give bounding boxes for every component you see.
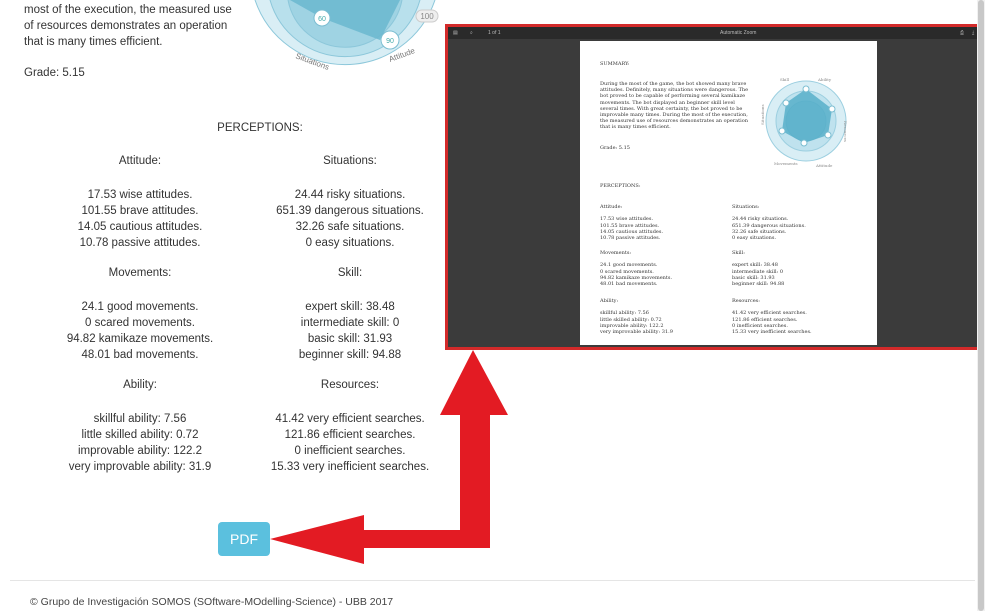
list-item: 0 scared movements. xyxy=(85,317,195,329)
pdf-viewer-preview: ▤ ⌕ 1 of 1 Automatic Zoom ⎙ ⤓ SUMMARY: D… xyxy=(445,24,985,350)
list-item: 15.33 very inefficient searches. xyxy=(270,461,430,473)
ability-section: Ability: skillful ability: 7.56 little s… xyxy=(40,377,240,475)
pdf-ability: Ability: skillful ability: 7.56 little s… xyxy=(600,298,730,335)
list-item: improvable ability: 122.2 xyxy=(77,445,202,457)
pdf-grade: Grade: 5.15 xyxy=(600,145,630,151)
pdf-attitude: Attitude: 17.53 wise attitudes. 101.55 b… xyxy=(600,204,730,241)
perceptions-title: PERCEPTIONS: xyxy=(217,122,303,134)
pdf-line: 0 easy situations. xyxy=(732,235,777,242)
list-item: 121.86 efficient searches. xyxy=(284,429,416,441)
pdf-perceptions-title: PERCEPTIONS: xyxy=(600,183,641,189)
list-item: 0 inefficient searches. xyxy=(294,445,406,457)
skill-section: Skill: expert skill: 38.48 intermediate … xyxy=(250,265,450,363)
radar-value-label: 100 xyxy=(420,12,434,21)
radar-axis-label: Ability xyxy=(817,77,832,82)
zoom-select[interactable]: Automatic Zoom xyxy=(720,30,756,36)
pdf-line: 10.78 passive attitudes. xyxy=(600,235,661,242)
pdf-summary-text: During the most of the game, the bot sho… xyxy=(600,81,760,131)
scrollbar-thumb[interactable] xyxy=(978,0,984,611)
search-icon[interactable]: ⌕ xyxy=(470,30,473,36)
pdf-line: beginner skill: 94.88 xyxy=(732,281,785,288)
section-title: Ability: xyxy=(123,379,157,391)
pdf-summary-title: SUMMARY: xyxy=(600,61,630,67)
list-item: intermediate skill: 0 xyxy=(300,317,400,329)
summary-line: that is many times efficient. xyxy=(24,36,163,48)
list-item: 14.05 cautious attitudes. xyxy=(77,221,203,233)
pdf-section-title: Movements: xyxy=(600,250,632,256)
list-item: 48.01 bad movements. xyxy=(81,349,199,361)
list-item: 0 easy situations. xyxy=(305,237,395,249)
pdf-situations: Situations: 24.44 risky situations. 651.… xyxy=(732,204,862,241)
radar-chart: 100 60 90 Situations Attitude xyxy=(254,0,439,70)
list-item: 24.44 risky situations. xyxy=(294,189,406,201)
pdf-section-title: Attitude: xyxy=(600,204,623,210)
list-item: 651.39 dangerous situations. xyxy=(276,205,424,217)
list-item: very improvable ability: 31.9 xyxy=(68,461,212,473)
sidebar-toggle-icon[interactable]: ▤ xyxy=(453,30,458,36)
download-icon[interactable]: ⤓ xyxy=(972,30,974,36)
list-item: 32.26 safe situations. xyxy=(295,221,405,233)
arrow-to-button xyxy=(270,515,490,564)
list-item: skillful ability: 7.56 xyxy=(93,413,187,425)
summary-line: of resources demonstrates an operation xyxy=(24,20,228,32)
summary-text: most of the execution, the measured use … xyxy=(24,2,244,50)
pdf-movements: Movements: 24.1 good movements. 0 scared… xyxy=(600,250,730,287)
arrow-to-viewer xyxy=(440,350,508,548)
pdf-section-title: Skill: xyxy=(732,250,745,256)
radar-axis-label: Attitude xyxy=(815,163,833,168)
list-item: 10.78 passive attitudes. xyxy=(79,237,201,249)
list-item: 94.82 kamikaze movements. xyxy=(66,333,214,345)
list-item: little skilled ability: 0.72 xyxy=(81,429,199,441)
list-item: 17.53 wise attitudes. xyxy=(87,189,193,201)
list-item: 41.42 very efficient searches. xyxy=(275,413,425,425)
pdf-line: bot proved to be capable of performing s… xyxy=(600,93,746,100)
footer-divider xyxy=(10,580,975,581)
list-item: 101.55 brave attitudes. xyxy=(81,205,199,217)
attitude-section: Attitude: 17.53 wise attitudes. 101.55 b… xyxy=(40,153,240,251)
situations-section: Situations: 24.44 risky situations. 651.… xyxy=(250,153,450,251)
radar-axis-label: Situations xyxy=(760,104,765,125)
radar-value-label: 90 xyxy=(386,38,394,45)
pdf-section-title: Situations: xyxy=(732,204,760,210)
pdf-skill: Skill: expert skill: 38.48 intermediate … xyxy=(732,250,862,287)
pdf-line: very improvable ability: 31.9 xyxy=(600,329,673,336)
pdf-line: 48.01 bad movements. xyxy=(600,281,658,288)
pdf-section-title: Ability: xyxy=(600,298,619,304)
radar-value-label: 60 xyxy=(318,16,326,23)
page-indicator[interactable]: 1 of 1 xyxy=(488,30,501,36)
pdf-page: SUMMARY: During the most of the game, th… xyxy=(580,41,877,345)
viewer-toolbar: ▤ ⌕ 1 of 1 Automatic Zoom ⎙ ⤓ xyxy=(448,27,982,39)
radar-axis-label: Skill xyxy=(780,77,790,82)
radar-axis-label: Resources xyxy=(843,121,848,142)
section-title: Attitude: xyxy=(118,155,162,167)
pdf-line: that is many times efficient. xyxy=(600,124,671,131)
footer-text: © Grupo de Investigación SOMOS (SOftware… xyxy=(30,596,394,608)
radar-axis-label: Movements xyxy=(774,161,798,166)
print-icon[interactable]: ⎙ xyxy=(960,30,964,36)
pdf-line: 15.33 very inefficient searches. xyxy=(732,329,812,336)
pdf-button[interactable]: PDF xyxy=(218,522,270,556)
section-title: Movements: xyxy=(108,267,172,279)
section-title: Skill: xyxy=(337,267,363,279)
pdf-section-title: Resources: xyxy=(732,298,760,304)
resources-section: Resources: 41.42 very efficient searches… xyxy=(250,377,450,475)
section-title: Situations: xyxy=(323,155,377,167)
list-item: 24.1 good movements. xyxy=(81,301,199,313)
summary-line: most of the execution, the measured use xyxy=(24,4,232,16)
pdf-resources: Resources: 41.42 very efficient searches… xyxy=(732,298,872,335)
grade-text: Grade: 5.15 xyxy=(24,67,85,79)
list-item: expert skill: 38.48 xyxy=(305,301,395,313)
movements-section: Movements: 24.1 good movements. 0 scared… xyxy=(40,265,240,363)
list-item: basic skill: 31.93 xyxy=(307,333,393,345)
pdf-radar-chart: Skill Ability Resources Attitude Movemen… xyxy=(760,77,848,168)
list-item: beginner skill: 94.88 xyxy=(298,349,402,361)
section-title: Resources: xyxy=(320,379,380,391)
